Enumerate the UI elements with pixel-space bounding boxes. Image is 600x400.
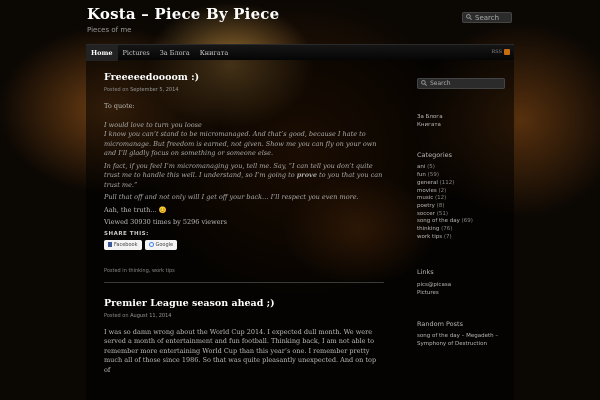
category-item[interactable]: general (112): [417, 180, 507, 188]
category-count: (59): [427, 172, 439, 179]
sidebar-search-input[interactable]: Search: [417, 78, 505, 89]
post-meta: Posted on September 5, 2014: [104, 87, 384, 93]
category-name: general: [417, 179, 438, 186]
category-count: (69): [461, 218, 473, 225]
category-count: (7): [443, 233, 452, 240]
category-name: song of the day: [417, 218, 460, 225]
google-icon: [148, 242, 154, 247]
post-paragraph: I would love to turn you loose: [104, 120, 202, 129]
category-count: (12): [435, 195, 447, 202]
facebook-icon: [108, 242, 112, 247]
category-item[interactable]: work tips (7): [417, 234, 507, 242]
links-heading: Links: [417, 268, 434, 277]
nav-item-book[interactable]: Книгата: [195, 45, 233, 61]
post-title[interactable]: Premier League season ahead ;): [104, 298, 384, 309]
share-google-label: Google: [155, 241, 174, 248]
category-name: work tips: [417, 233, 443, 240]
category-name: soccer: [417, 210, 435, 217]
nav-item-pictures[interactable]: Pictures: [118, 45, 155, 61]
category-item[interactable]: poetry (8): [417, 203, 507, 211]
posted-in[interactable]: Posted in thinking, work tips: [104, 268, 384, 274]
posted-on-label: Posted on: [104, 312, 129, 319]
post: Premier League season ahead ;) Posted on…: [104, 298, 384, 376]
category-count: (2): [438, 187, 447, 194]
category-list: ani (5) fun (59) general (112) movies (2…: [417, 164, 507, 241]
post-meta: Posted on August 11, 2014: [104, 313, 384, 319]
share-google-button[interactable]: Google: [144, 239, 178, 250]
rss-label: RSS: [491, 49, 502, 55]
nav-item-home[interactable]: Home: [86, 44, 118, 61]
post-paragraph: To quote:: [104, 102, 135, 110]
random-post-link[interactable]: song of the day – Megadeth – Symphony of…: [417, 333, 507, 348]
sidebar-page-link[interactable]: За Блога: [417, 114, 507, 122]
category-count: (112): [439, 179, 455, 186]
category-name: fun: [417, 172, 426, 179]
category-item[interactable]: music (12): [417, 195, 507, 203]
top-search-placeholder: Search: [475, 13, 500, 22]
category-item[interactable]: soccer (51): [417, 211, 507, 219]
post-paragraph: Aah, the truth… 😊: [104, 205, 167, 214]
rss-link[interactable]: RSS: [491, 49, 510, 55]
categories-heading: Categories: [417, 151, 453, 160]
category-item[interactable]: movies (2): [417, 188, 507, 196]
rss-icon: [504, 49, 510, 55]
view-count: Viewed 30930 times by 5296 viewers: [104, 218, 227, 226]
posted-on-label: Posted on: [104, 87, 129, 93]
site-description: Pieces of me: [87, 26, 132, 34]
share-facebook-button[interactable]: Facebook: [104, 239, 142, 250]
category-item[interactable]: thinking (76): [417, 226, 507, 234]
category-name: music: [417, 195, 434, 202]
random-posts-heading: Random Posts: [417, 319, 463, 328]
site-title[interactable]: Kosta – Piece By Piece: [87, 5, 279, 23]
post: Freeeeedoooom :) Posted on September 5, …: [104, 72, 384, 274]
category-name: thinking: [417, 226, 440, 233]
category-item[interactable]: ani (5): [417, 164, 507, 172]
search-icon: [421, 79, 428, 88]
share-title: SHARE THIS:: [104, 230, 149, 237]
category-name: movies: [417, 187, 437, 194]
sidebar-page-link[interactable]: Книгата: [417, 122, 507, 130]
sidebar-link[interactable]: Pictures: [417, 290, 507, 298]
category-name: poetry: [417, 202, 435, 209]
top-search-input[interactable]: Search: [462, 12, 512, 23]
category-name: ani: [417, 164, 426, 171]
category-count: (76): [441, 226, 453, 233]
sidebar-link[interactable]: pics@picasa: [417, 282, 507, 290]
search-icon: [466, 13, 473, 22]
share-facebook-label: Facebook: [114, 241, 138, 248]
post-title[interactable]: Freeeeedoooom :): [104, 72, 384, 83]
main-content: Freeeeedoooom :) Posted on September 5, …: [104, 72, 384, 378]
main-nav: Home Pictures За Блога Книгата RSS: [86, 44, 514, 61]
post-paragraph: Pull that off and not only will I get of…: [104, 193, 359, 201]
category-count: (8): [436, 202, 445, 209]
post-date[interactable]: August 11, 2014: [130, 313, 171, 319]
nav-item-about[interactable]: За Блога: [155, 45, 195, 61]
share-buttons: Facebook Google: [104, 239, 384, 250]
post-date[interactable]: September 5, 2014: [130, 87, 178, 93]
post-divider: [104, 281, 384, 283]
category-count: (5): [427, 164, 435, 171]
post-paragraph: I know you can’t stand to be micromanage…: [104, 130, 377, 157]
sidebar: Search За Блога Книгата Categories ani (…: [417, 78, 507, 348]
category-item[interactable]: song of the day (69): [417, 218, 507, 226]
category-count: (51): [436, 210, 448, 217]
site-header: Kosta – Piece By Piece Pieces of me: [87, 5, 279, 34]
post-paragraph: I was so damn wrong about the World Cup …: [104, 327, 377, 374]
quote-emphasis: prove: [296, 171, 317, 179]
post-paragraph: In fact, if you feel I’m micromanaging y…: [104, 162, 384, 191]
sidebar-search-placeholder: Search: [430, 80, 451, 87]
category-item[interactable]: fun (59): [417, 172, 507, 180]
